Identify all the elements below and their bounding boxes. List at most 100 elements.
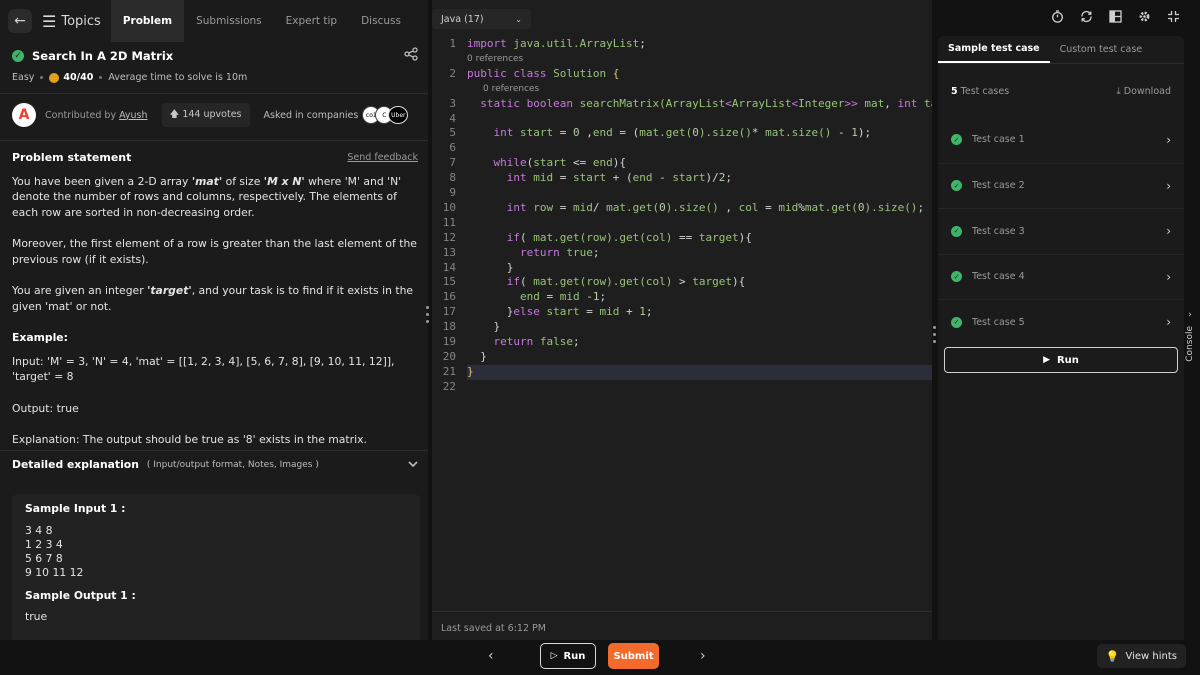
line-number: 19 bbox=[442, 335, 456, 348]
run-label: Run bbox=[1056, 354, 1079, 366]
line-number: 12 bbox=[442, 230, 456, 244]
solved-check-icon: ✓ bbox=[12, 50, 24, 62]
chevron-up-icon: › bbox=[1188, 310, 1192, 320]
tab-expert-tip[interactable]: Expert tip bbox=[274, 0, 349, 42]
arrow-up-icon: 🡅 bbox=[169, 109, 180, 120]
bottom-bar: ‹ ▷ Run Submit › 💡 View hints bbox=[0, 640, 1200, 675]
tab-custom-test-case[interactable]: Custom test case bbox=[1050, 36, 1153, 63]
line-number: 11 bbox=[442, 215, 456, 229]
code-editor[interactable]: Java (17) ⌄ 1 import java.util.ArrayList… bbox=[432, 0, 932, 640]
code-lens-references[interactable]: 0 references bbox=[483, 82, 539, 97]
test-case-item[interactable]: ✓ Test case 4 › bbox=[938, 253, 1184, 300]
line-number: 15 bbox=[442, 275, 456, 289]
chevron-right-icon: › bbox=[1166, 178, 1171, 193]
code-line: static boolean searchMatrix(ArrayList<Ar… bbox=[480, 96, 932, 110]
code-line: return true; bbox=[519, 245, 600, 259]
code-line: import java.util.ArrayList; bbox=[467, 37, 646, 50]
chevron-down-icon: ⌄ bbox=[515, 14, 522, 24]
hints-label: View hints bbox=[1125, 650, 1178, 662]
timer-icon[interactable] bbox=[1051, 10, 1064, 27]
layout-icon[interactable] bbox=[1109, 10, 1122, 27]
panel-resize-handle[interactable] bbox=[426, 306, 430, 323]
code-lens-references[interactable]: 0 references bbox=[467, 52, 523, 67]
top-nav: ← ☰ Topics Problem Submissions Expert ti… bbox=[0, 0, 428, 42]
back-button[interactable]: ← bbox=[8, 9, 32, 33]
tab-sample-test-case[interactable]: Sample test case bbox=[938, 36, 1050, 63]
line-number: 5 bbox=[449, 126, 456, 140]
problem-title-row: ✓ Search In A 2D Matrix bbox=[12, 47, 418, 65]
view-hints-button[interactable]: 💡 View hints bbox=[1096, 644, 1186, 668]
problem-meta: Easy 40/40 Average time to solve is 10m bbox=[12, 72, 247, 83]
code-line: public class Solution { bbox=[467, 66, 620, 80]
test-tabs: Sample test case Custom test case bbox=[938, 36, 1184, 64]
example-heading: Example: bbox=[12, 331, 68, 344]
test-case-item[interactable]: ✓ Test case 5 › bbox=[938, 299, 1184, 345]
play-icon: ▶ bbox=[1043, 355, 1050, 365]
send-feedback-link[interactable]: Send feedback bbox=[347, 150, 418, 166]
code-line: int mid = start + (end - start)/2; bbox=[506, 171, 732, 185]
run-tests-button[interactable]: ▶ Run bbox=[944, 347, 1178, 373]
panel-resize-handle[interactable] bbox=[933, 326, 937, 343]
problem-panel: ← ☰ Topics Problem Submissions Expert ti… bbox=[0, 0, 428, 640]
line-number: 22 bbox=[442, 379, 456, 393]
line-number: 13 bbox=[442, 245, 456, 259]
run-button[interactable]: ▷ Run bbox=[540, 643, 596, 669]
code-line: while(start <= end){ bbox=[493, 156, 627, 170]
last-saved-status: Last saved at 6:12 PM bbox=[441, 623, 546, 634]
test-case-item[interactable]: ✓ Test case 1 › bbox=[938, 117, 1184, 163]
line-number: 3 bbox=[449, 96, 456, 110]
line-number: 8 bbox=[449, 171, 456, 185]
gear-icon[interactable] bbox=[1138, 10, 1151, 27]
divider bbox=[432, 611, 932, 612]
statement-heading: Problem statement bbox=[12, 151, 132, 164]
chevron-right-icon: › bbox=[1166, 224, 1171, 239]
reset-icon[interactable] bbox=[1080, 10, 1093, 27]
tab-submissions[interactable]: Submissions bbox=[184, 0, 274, 42]
avg-time: Average time to solve is 10m bbox=[108, 72, 248, 83]
avatar: A bbox=[12, 103, 36, 127]
code-line: } bbox=[467, 349, 487, 363]
divider bbox=[0, 450, 428, 451]
language-select[interactable]: Java (17) ⌄ bbox=[432, 9, 531, 29]
asked-label: Asked in companies bbox=[263, 109, 359, 121]
test-case-item[interactable]: ✓ Test case 2 › bbox=[938, 162, 1184, 209]
chevron-right-icon[interactable]: › bbox=[700, 648, 706, 664]
topics-label: Topics bbox=[61, 13, 101, 29]
coin-icon bbox=[49, 72, 60, 83]
share-icon[interactable] bbox=[404, 47, 418, 65]
sample-input-line: 3 4 8 bbox=[25, 524, 53, 537]
test-case-item[interactable]: ✓ Test case 3 › bbox=[938, 208, 1184, 254]
code-line: } bbox=[467, 320, 501, 334]
tab-discuss[interactable]: Discuss bbox=[349, 0, 413, 42]
line-number: 16 bbox=[442, 290, 456, 304]
editor-toolbar bbox=[1051, 10, 1180, 27]
code-line: } bbox=[467, 364, 474, 378]
problem-statement: Problem statement Send feedback You have… bbox=[12, 150, 418, 464]
line-number: 20 bbox=[442, 349, 456, 363]
code-line: return false; bbox=[493, 335, 580, 348]
test-case-count: 5 Test cases bbox=[951, 86, 1010, 97]
line-number: 21 bbox=[442, 364, 456, 378]
sample-input-heading: Sample Input 1 : bbox=[25, 502, 126, 515]
company-logos[interactable]: co1 C Uber bbox=[362, 106, 409, 124]
divider bbox=[0, 93, 428, 94]
upvote-button[interactable]: 🡅 144 upvotes bbox=[161, 103, 250, 127]
line-number: 18 bbox=[442, 320, 456, 334]
collapse-icon[interactable] bbox=[1167, 10, 1180, 27]
console-toggle[interactable]: › Console bbox=[1183, 310, 1197, 370]
topics-button[interactable]: ☰ Topics bbox=[42, 12, 101, 31]
detailed-explanation-toggle[interactable]: Detailed explanation ( Input/output form… bbox=[12, 458, 418, 471]
example-explanation: Explanation: The output should be true a… bbox=[12, 433, 367, 446]
contributor-link[interactable]: Ayush bbox=[119, 110, 147, 121]
contributor-row: A Contributed by Ayush 🡅 144 upvotes Ask… bbox=[12, 103, 418, 127]
run-label: Run bbox=[563, 650, 586, 662]
download-button[interactable]: ⤓ Download bbox=[1117, 86, 1171, 97]
submit-button[interactable]: Submit bbox=[608, 643, 659, 669]
download-icon: ⤓ bbox=[1116, 86, 1121, 97]
lightbulb-icon: 💡 bbox=[1105, 649, 1120, 663]
code-line: int row = mid/ mat.get(0).size() , col =… bbox=[506, 200, 925, 214]
chevron-left-icon[interactable]: ‹ bbox=[488, 648, 494, 664]
company-logo-uber: Uber bbox=[388, 106, 409, 124]
code-line: } bbox=[467, 260, 514, 274]
tab-problem[interactable]: Problem bbox=[110, 0, 185, 42]
